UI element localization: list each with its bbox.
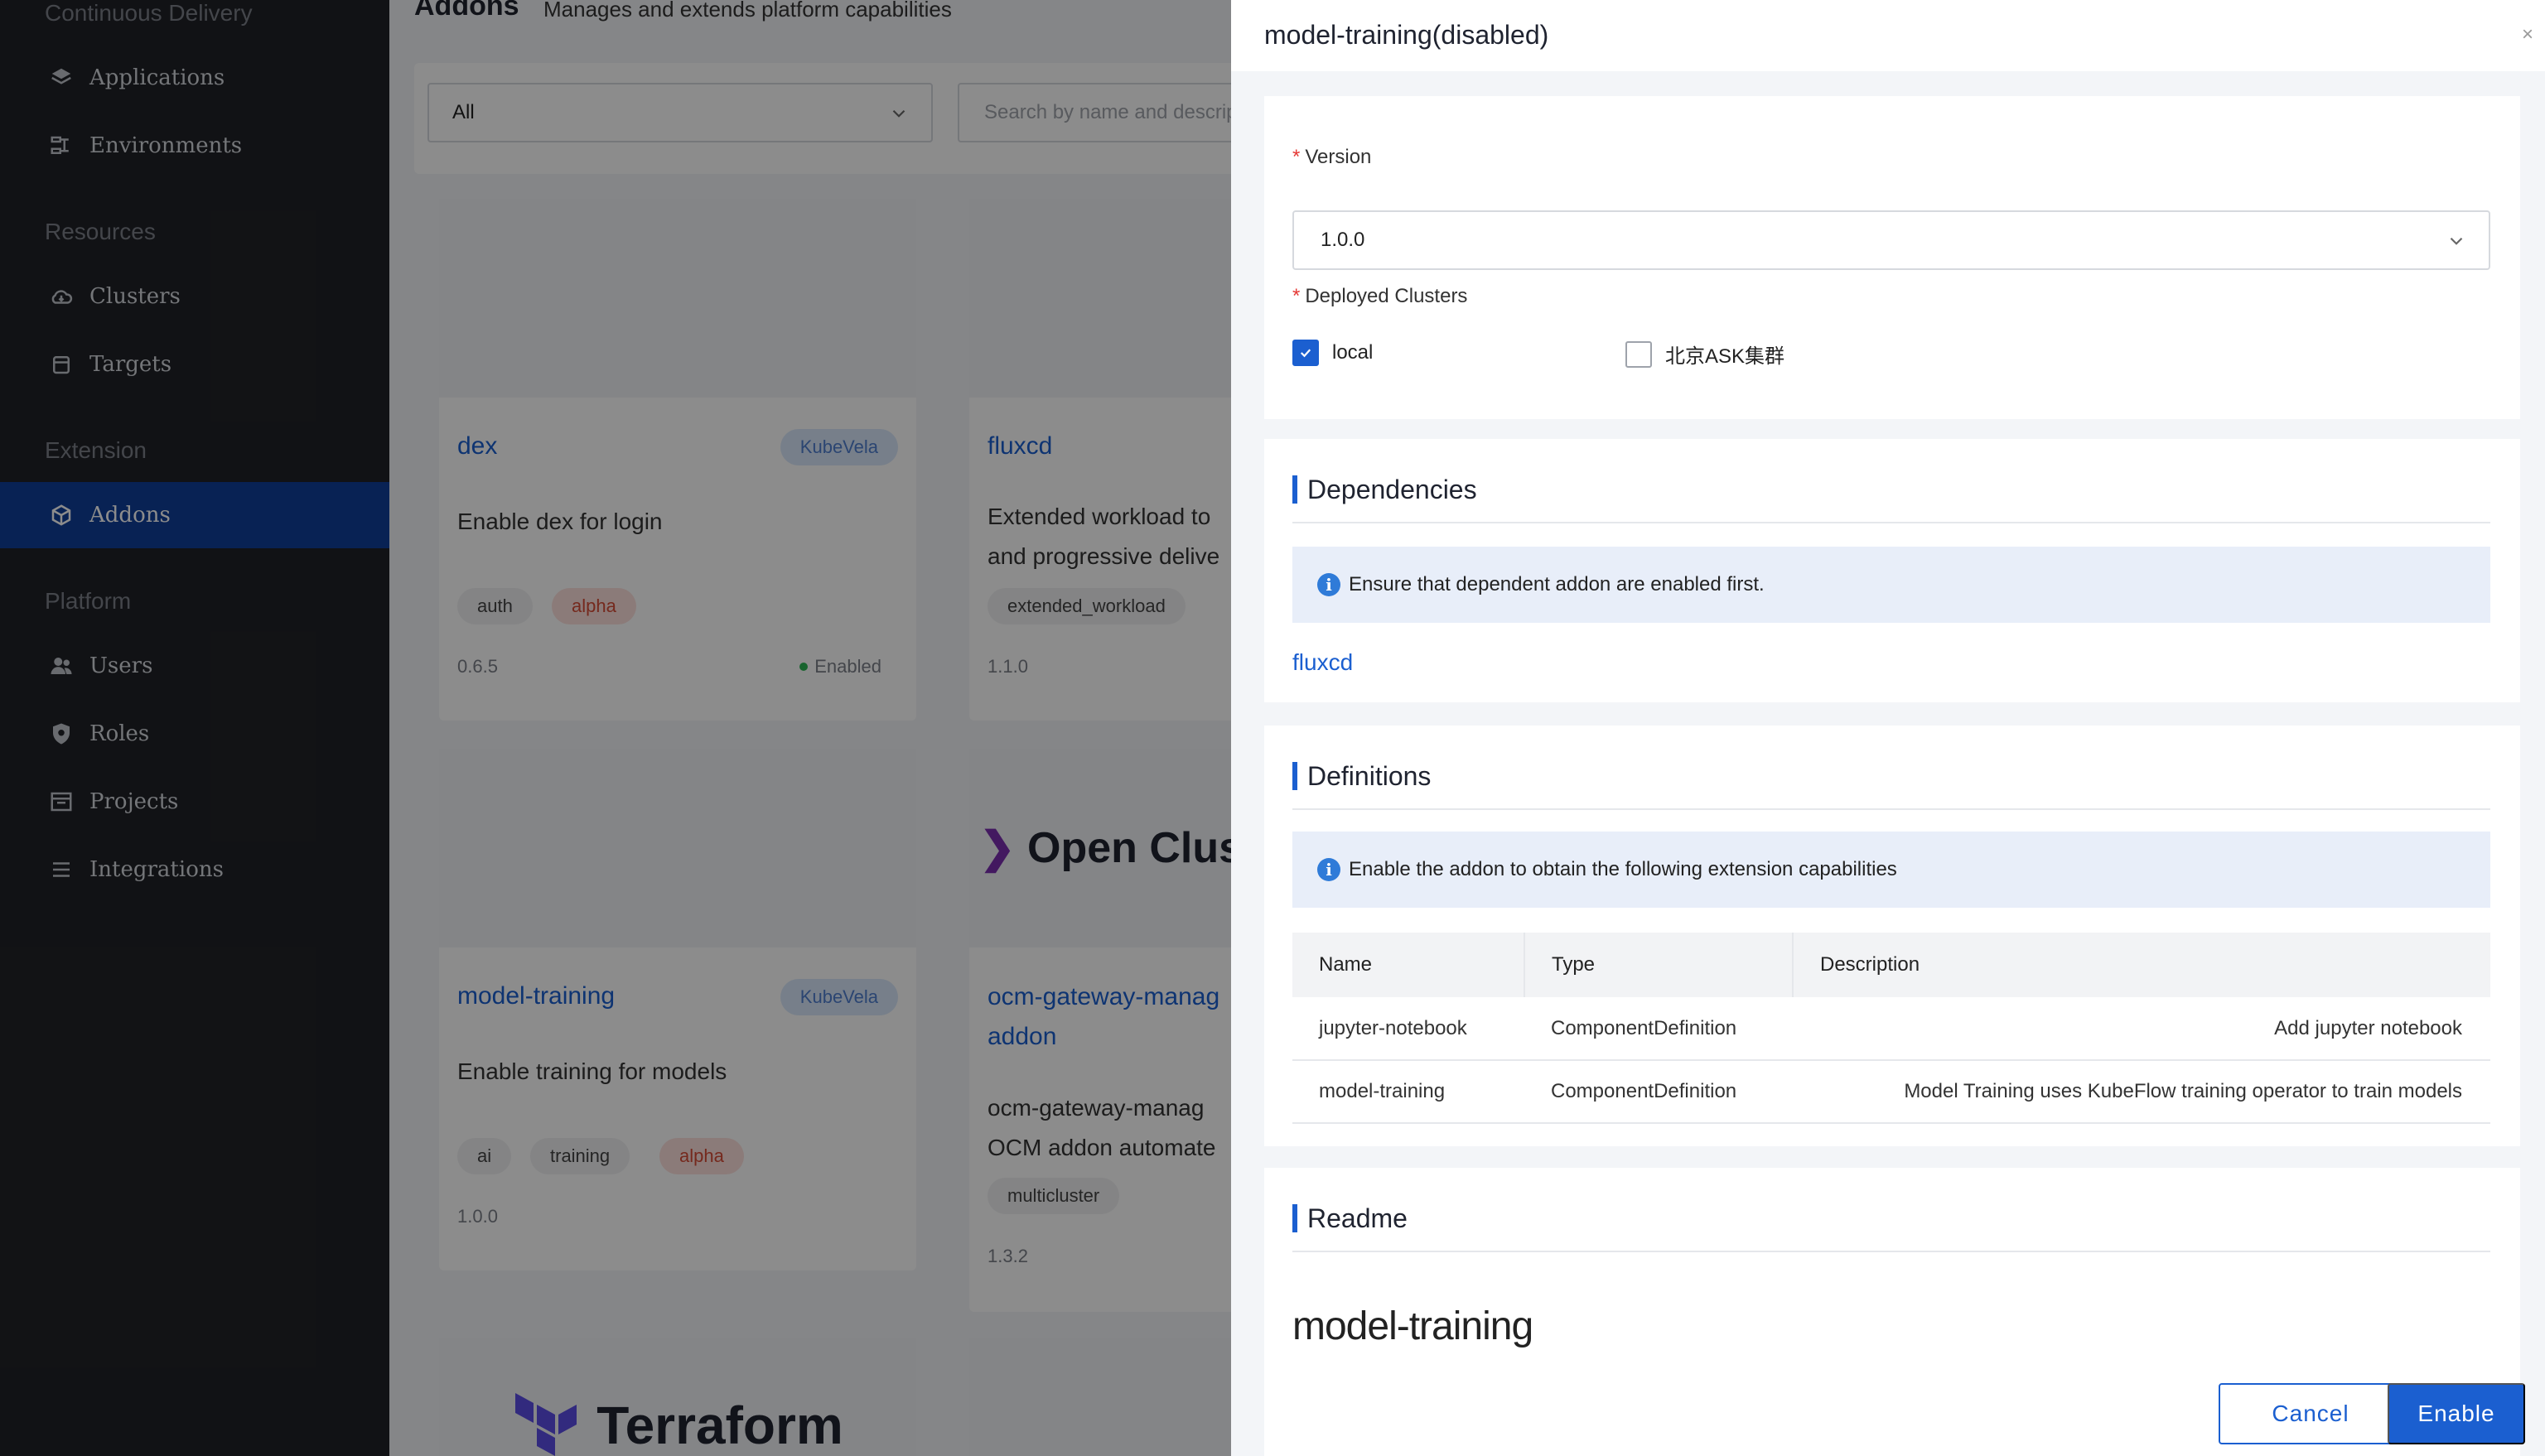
cell-description: Model Training uses KubeFlow training op…: [1793, 1060, 2490, 1124]
version-value: 1.0.0: [1321, 229, 1365, 251]
dependencies-title: Dependencies: [1292, 475, 1477, 504]
enable-button[interactable]: Enable: [2388, 1383, 2525, 1444]
config-panel: * Version 1.0.0 * Deployed Clusters local …: [1264, 96, 2520, 419]
definitions-panel: Definitions i Enable the addon to obtain…: [1264, 726, 2520, 1146]
version-label: * Version: [1292, 146, 1372, 168]
dependency-link-fluxcd[interactable]: fluxcd: [1292, 649, 1353, 676]
column-header-description[interactable]: Description: [1793, 933, 2490, 997]
version-label-text: Version: [1305, 146, 1372, 168]
info-icon: i: [1317, 573, 1340, 596]
close-icon[interactable]: ×: [2522, 23, 2533, 46]
divider: [1292, 808, 2490, 810]
version-select[interactable]: 1.0.0: [1292, 210, 2490, 270]
readme-title: Readme: [1292, 1203, 1408, 1233]
checkbox-label: local: [1332, 341, 1374, 364]
table-row: model-training ComponentDefinition Model…: [1292, 1060, 2490, 1124]
addon-detail-drawer: model-training(disabled) × * Version 1.0.…: [1231, 0, 2545, 1456]
checkbox-unchecked-icon[interactable]: [1625, 340, 1652, 368]
readme-heading: model-training: [1292, 1304, 1533, 1348]
checkbox-label: 北京ASK集群: [1665, 345, 1785, 368]
chevron-down-icon: [2446, 230, 2467, 258]
column-header-name[interactable]: Name: [1292, 933, 1525, 997]
table-row: jupyter-notebook ComponentDefinition Add…: [1292, 997, 2490, 1061]
divider: [1292, 522, 2490, 523]
definitions-title: Definitions: [1292, 761, 1431, 791]
cell-type: ComponentDefinition: [1524, 1060, 1793, 1124]
cell-description: Add jupyter notebook: [1793, 997, 2490, 1061]
cancel-button[interactable]: Cancel: [2219, 1383, 2403, 1444]
cell-type: ComponentDefinition: [1524, 997, 1793, 1061]
drawer-header: model-training(disabled) ×: [1231, 0, 2545, 71]
info-text: Ensure that dependent addon are enabled …: [1349, 573, 1765, 595]
divider: [1292, 1251, 2490, 1252]
clusters-label: * Deployed Clusters: [1292, 285, 1468, 307]
info-text: Enable the addon to obtain the following…: [1349, 858, 1897, 880]
checkbox-checked-icon[interactable]: [1292, 340, 1319, 366]
dependencies-info: i Ensure that dependent addon are enable…: [1292, 547, 2490, 623]
info-icon: i: [1317, 858, 1340, 881]
cell-name: jupyter-notebook: [1292, 997, 1524, 1061]
cell-name: model-training: [1292, 1060, 1524, 1124]
cluster-checkbox-beijing-ask[interactable]: 北京ASK集群: [1625, 340, 1784, 369]
definitions-info: i Enable the addon to obtain the followi…: [1292, 832, 2490, 908]
dependencies-panel: Dependencies i Ensure that dependent add…: [1264, 439, 2520, 702]
cluster-checkbox-local[interactable]: local: [1292, 340, 1373, 366]
definitions-table: Name Type Description jupyter-notebook C…: [1292, 933, 2490, 1124]
drawer-title: model-training(disabled): [1264, 20, 1549, 50]
clusters-label-text: Deployed Clusters: [1305, 285, 1468, 307]
column-header-type[interactable]: Type: [1524, 933, 1794, 997]
table-header-row: Name Type Description: [1292, 933, 2490, 997]
